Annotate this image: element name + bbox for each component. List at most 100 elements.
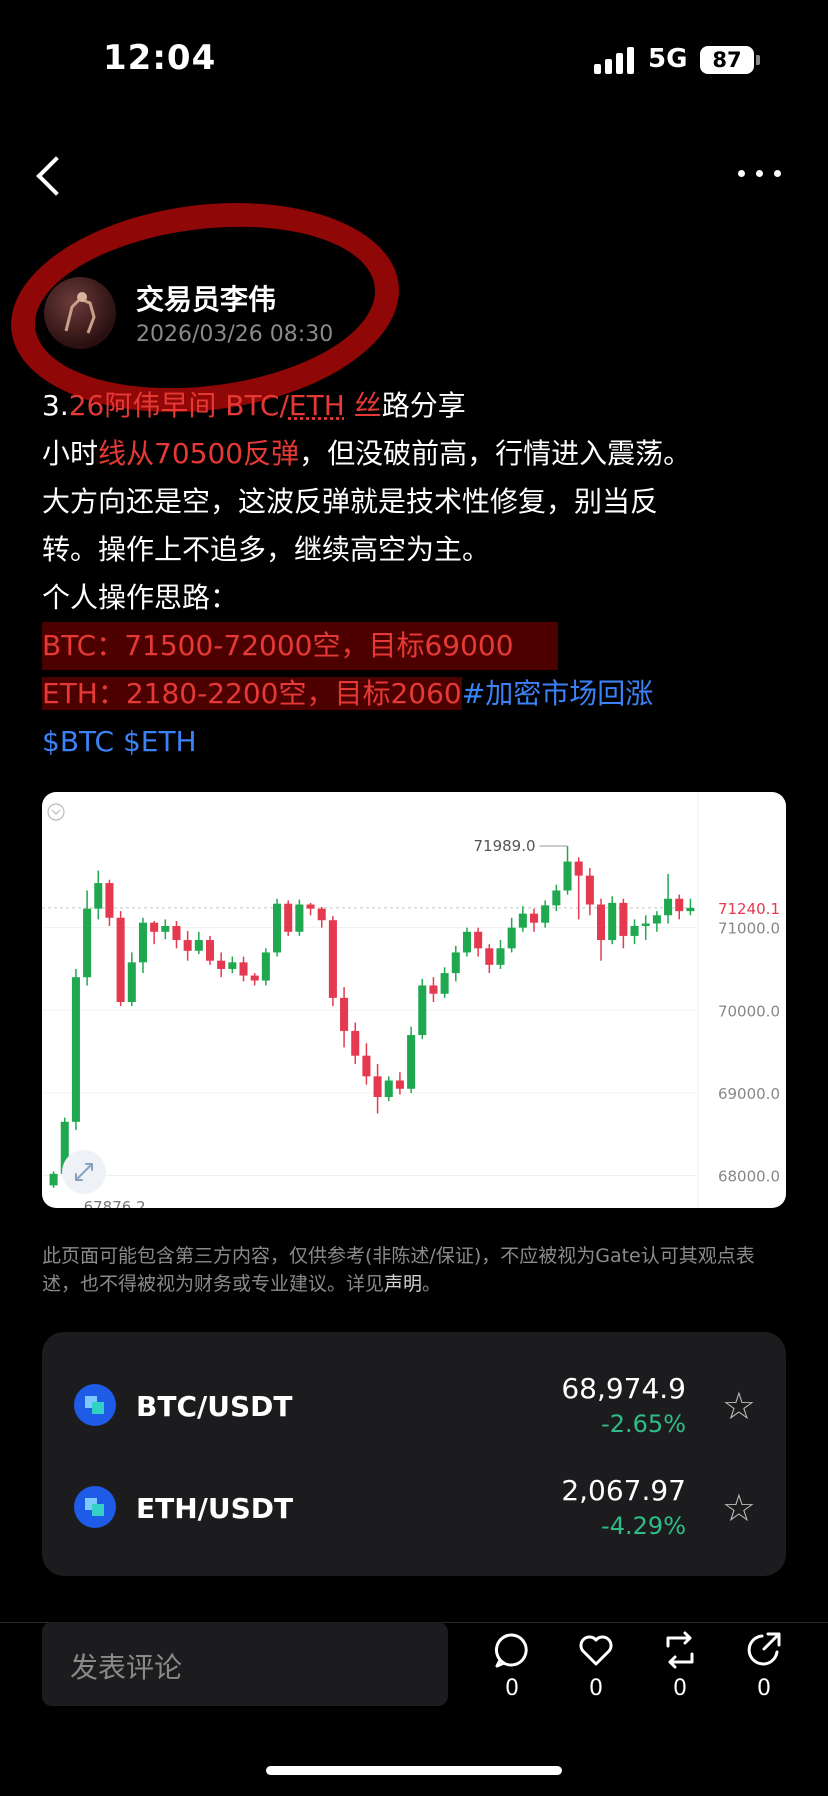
candle-body [664,898,673,916]
candle-body [250,975,259,981]
candle-body [518,913,527,928]
post-line-2: 小时线从70500反弹，但没破前高，行情进入震荡。 [42,437,692,470]
candle-body [105,883,114,918]
y-tick-label: 69000.0 [718,1085,780,1103]
market-card: BTC/USDT 68,974.9 -2.65% ☆ ETH/USDT 2,06… [42,1332,786,1576]
post-line-3: 大方向还是空，这波反弹就是技术性修复，别当反 [42,485,659,518]
candle-body [49,1173,58,1186]
post-line-4: 转。操作上不追多，继续高空为主。 [42,533,491,566]
battery-icon: 87 [700,46,754,74]
candle-body [574,861,583,876]
like-button[interactable]: 0 [566,1630,626,1701]
candle-body [150,922,159,932]
comment-input[interactable]: 发表评论 [42,1622,448,1706]
candle-body [239,962,248,976]
post-body: 3.26阿伟早间 BTC/ETH 丝路分享 小时线从70500反弹，但没破前高，… [42,382,802,766]
candle-body [217,960,226,969]
candle-body [619,902,628,936]
heart-icon [579,1635,613,1666]
high-label: 71989.0 [473,837,535,855]
post-line-5: 个人操作思路： [42,581,239,614]
y-tick-label: 70000.0 [718,1002,780,1020]
candle-body [585,875,594,905]
candle-body [340,997,349,1031]
market-row-btc[interactable]: BTC/USDT 68,974.9 -2.65% ☆ [42,1352,786,1452]
candle-body [451,952,460,974]
hashtag-link[interactable]: #加密市场回涨 [462,677,653,710]
chevron-down-icon [51,809,61,815]
repost-icon [666,1631,694,1669]
candle-body [328,920,337,998]
candle-body [395,1080,404,1089]
candle-body [83,908,92,978]
current-price-label: 71240.1 [718,900,780,918]
candle-body [686,907,695,912]
candle-body [351,1030,360,1056]
disclaimer: 此页面可能包含第三方内容，仅供参考(非陈述/保证)，不应被视为Gate认可其观点… [42,1245,755,1295]
collapse-icon [47,803,65,821]
candle-body [496,948,505,965]
candle-body [306,904,315,909]
candle-body [362,1055,371,1077]
post-line-title: 3.26阿伟早间 BTC/ETH 丝路分享 [42,389,466,422]
candle-body [597,904,606,941]
status-time: 12:04 [103,38,217,78]
y-tick-label: 71000.0 [718,920,780,938]
star-icon[interactable]: ☆ [722,1384,756,1428]
candle-body [138,922,147,963]
candle-body [552,890,561,906]
candlestick-chart: 68000.0 69000.0 70000.0 71000.0 71240.1 71989… [42,792,780,1208]
share-button[interactable]: 0 [734,1630,794,1701]
battery-tip [756,55,760,65]
candle-body [407,1035,416,1089]
network-type: 5G [648,44,688,74]
more-icon[interactable] [738,170,781,177]
coin-icon [74,1384,116,1426]
candle-body [507,927,516,949]
candle-body [384,1080,393,1097]
y-tick-label: 68000.0 [718,1167,780,1185]
candle-body [652,915,661,924]
candle-body [675,898,684,912]
home-indicator [266,1766,562,1775]
candle-body [94,883,103,909]
candle-body [295,904,304,932]
candle-body [273,903,282,953]
repost-button[interactable]: 0 [650,1630,710,1701]
candle-body [474,931,483,949]
candle-body [116,917,125,1002]
candle-body [418,985,427,1036]
candle-body [284,903,293,932]
disclaimer-link[interactable]: 声明 [384,1273,422,1295]
signal-icon [594,46,634,74]
candle-body [172,926,181,941]
candle-body [194,940,203,951]
price-chart[interactable]: 68000.0 69000.0 70000.0 71000.0 71240.1 71989… [42,792,786,1208]
candle-body [641,923,650,926]
post-line-eth: ETH：2180-2200空，目标2060#加密市场回涨 [42,677,654,710]
candle-body [429,985,438,994]
candle-body [317,908,326,921]
candle-body [485,948,494,965]
candle-body [261,952,270,981]
comment-icon [494,1633,528,1668]
market-row-eth[interactable]: ETH/USDT 2,067.97 -4.29% ☆ [42,1454,786,1554]
back-icon[interactable] [36,156,76,196]
coin-icon [74,1486,116,1528]
candle-body [127,962,136,1002]
star-icon[interactable]: ☆ [722,1486,756,1530]
candle-body [630,926,639,936]
candle-body [71,977,80,1122]
candle-body [462,931,471,953]
candle-body [205,940,215,961]
comment-button[interactable]: 0 [482,1630,542,1701]
candle-body [563,861,572,891]
candle-body [183,940,192,951]
post-line-btc: BTC：71500-72000空，目标69000 [42,622,558,670]
candle-body [440,973,449,994]
candle-body [608,902,617,941]
ticker-links[interactable]: $BTC $ETH [42,718,802,766]
candle-body [541,905,550,923]
low-label: 67876.2 [84,1198,146,1208]
share-icon [747,1632,781,1666]
